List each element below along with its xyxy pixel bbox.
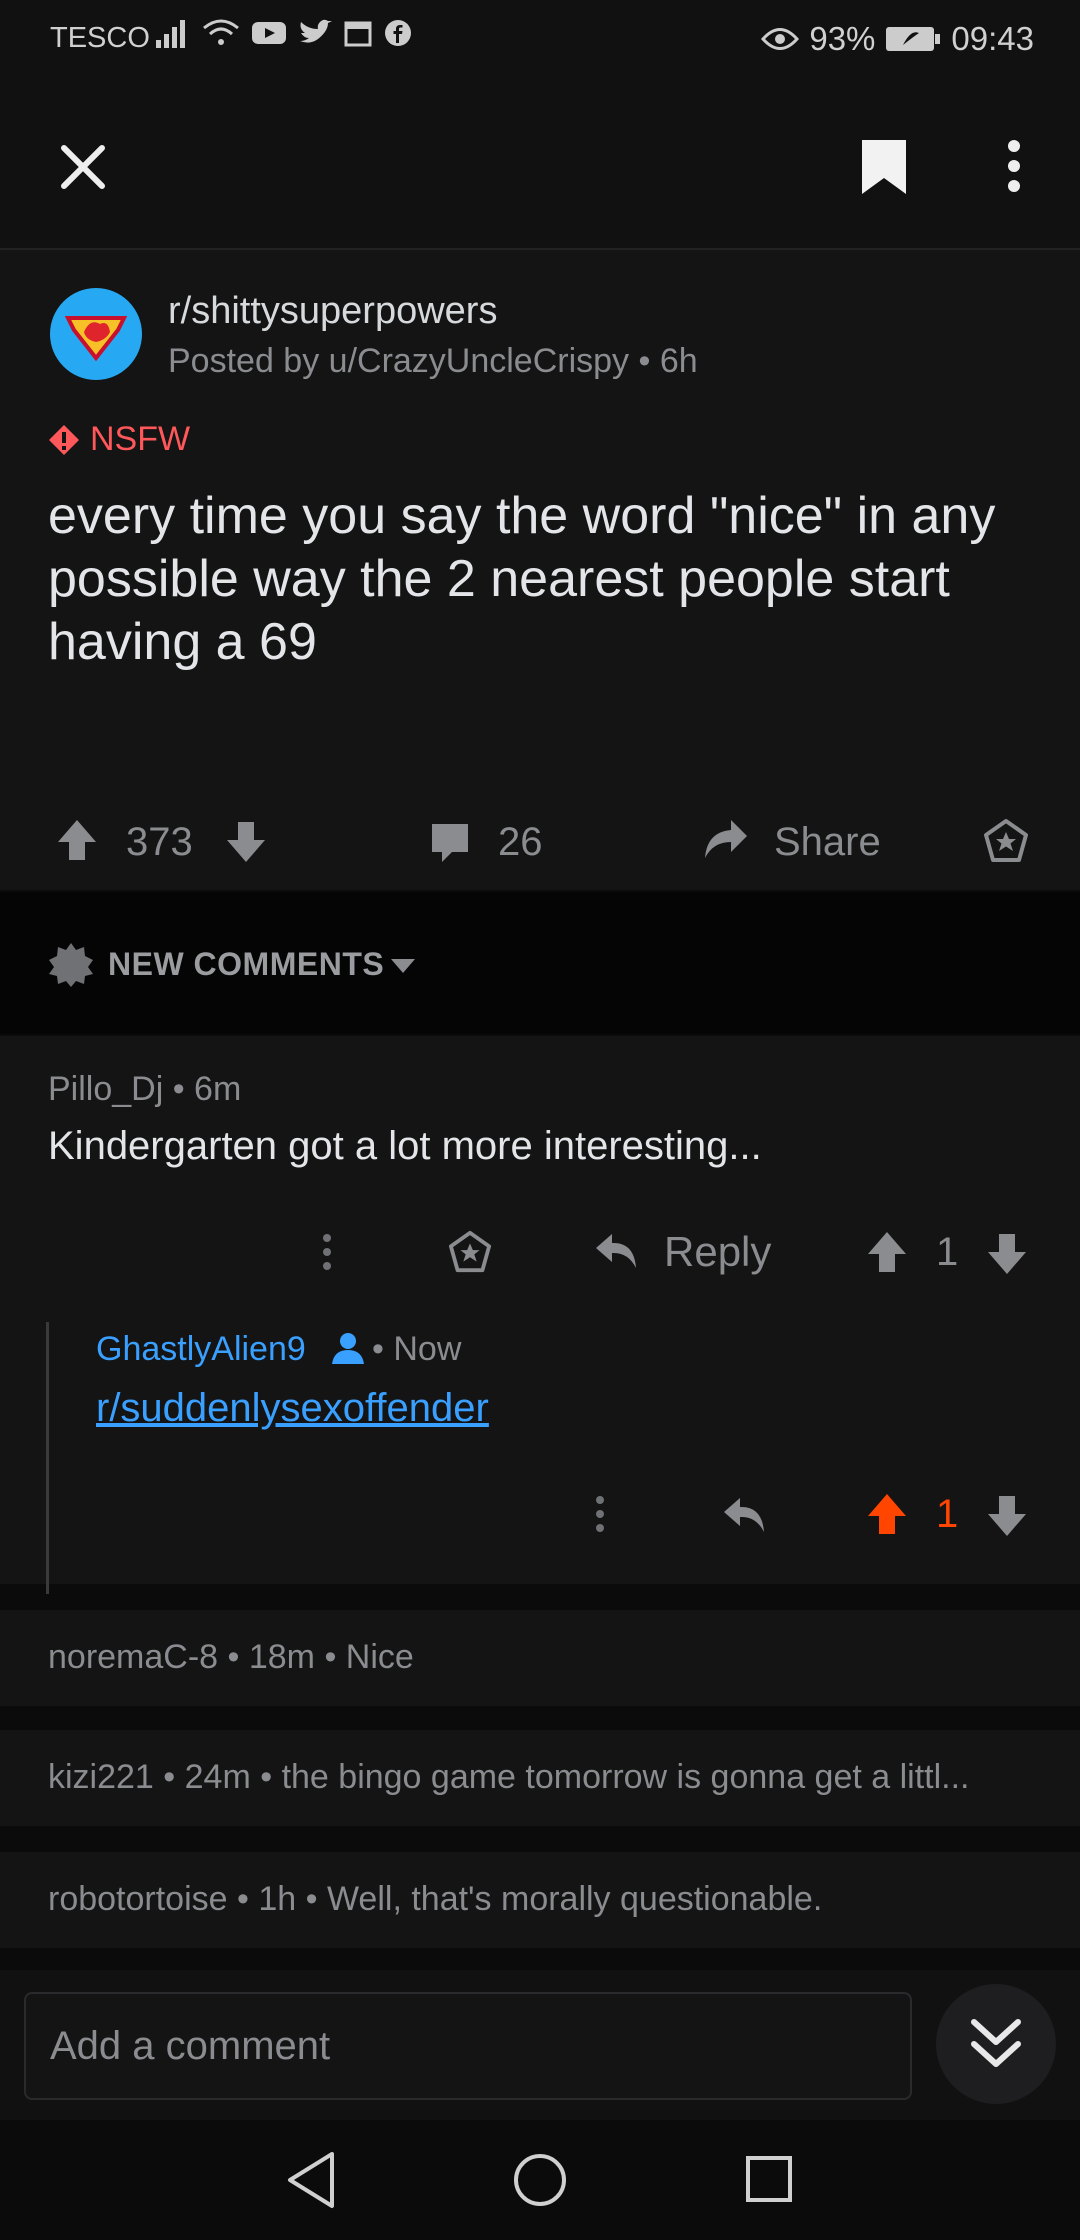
- bookmark-icon[interactable]: [858, 136, 910, 198]
- carrier-name: TESCO: [50, 22, 150, 54]
- battery-percent: 93%: [809, 20, 876, 57]
- reply-button[interactable]: Reply: [664, 1228, 771, 1276]
- battery-icon: [886, 27, 941, 51]
- share-icon[interactable]: [703, 816, 749, 862]
- downvote-icon[interactable]: [986, 1494, 1028, 1538]
- sparkle-badge-icon: [49, 943, 93, 987]
- warning-diamond-icon: [49, 424, 79, 455]
- award-icon[interactable]: [983, 818, 1029, 864]
- close-icon[interactable]: [58, 142, 108, 192]
- eye-icon: [761, 28, 800, 50]
- upvote-icon[interactable]: [56, 818, 98, 862]
- comment-input[interactable]: Add a comment: [24, 1992, 912, 2100]
- collapsed-comment-text: noremaC-8 • 18m • Nice: [48, 1638, 414, 1676]
- twitter-icon: [300, 19, 332, 43]
- sort-label[interactable]: NEW COMMENTS: [108, 946, 384, 983]
- comment-count[interactable]: 26: [498, 820, 543, 865]
- double-chevron-down-icon: [971, 2019, 1021, 2067]
- home-icon[interactable]: [512, 2152, 568, 2208]
- signal-icon: [156, 20, 185, 48]
- collapsed-comment[interactable]: robotortoise • 1h • Well, that's morally…: [0, 1852, 1080, 1948]
- jump-to-next-button[interactable]: [936, 1984, 1056, 2104]
- post-meta: Posted by u/CrazyUncleCrispy • 6h: [168, 342, 698, 380]
- comment-icon[interactable]: [428, 820, 472, 864]
- upvote-icon[interactable]: [866, 1230, 908, 1274]
- comment-thread: Pillo_Dj • 6m Kindergarten got a lot mor…: [0, 1036, 1080, 1594]
- subreddit-avatar[interactable]: [50, 288, 142, 380]
- top-bar: [0, 80, 1080, 250]
- status-right: 93% 09:43: [761, 20, 1034, 58]
- status-bar: TESCO 93% 09:43: [0, 0, 1080, 80]
- subreddit-name[interactable]: r/shittysuperpowers: [168, 290, 497, 333]
- op-user-icon: [332, 1333, 364, 1364]
- clock: 09:43: [951, 20, 1034, 57]
- reply-icon[interactable]: [594, 1232, 638, 1272]
- share-button[interactable]: Share: [774, 820, 881, 865]
- comment-input-bar: Add a comment: [0, 1970, 1080, 2120]
- reply-author[interactable]: GhastlyAlien9: [96, 1330, 306, 1369]
- award-icon[interactable]: [448, 1230, 492, 1274]
- more-options-icon[interactable]: [320, 1232, 334, 1272]
- post-actions: 373 26 Share: [0, 790, 1080, 890]
- recents-icon[interactable]: [744, 2154, 794, 2204]
- thread-line[interactable]: [46, 1322, 49, 1594]
- comment-body: Kindergarten got a lot more interesting.…: [48, 1124, 762, 1168]
- youtube-icon: [252, 22, 286, 44]
- comment-sort-bar[interactable]: NEW COMMENTS: [0, 892, 1080, 1034]
- nsfw-label: NSFW: [90, 420, 191, 458]
- downvote-icon[interactable]: [225, 820, 267, 864]
- collapsed-comment-text: robotortoise • 1h • Well, that's morally…: [48, 1880, 823, 1918]
- comment-score: 1: [936, 1230, 959, 1274]
- calendar-icon: [344, 21, 372, 47]
- wifi-icon: [203, 19, 239, 45]
- back-icon[interactable]: [284, 2150, 338, 2210]
- more-options-icon[interactable]: [593, 1494, 607, 1534]
- facebook-icon: [385, 20, 411, 46]
- post-title: every time you say the word "nice" in an…: [48, 487, 996, 671]
- reply-body-link[interactable]: r/suddenlysexoffender: [96, 1386, 489, 1431]
- collapsed-comment[interactable]: kizi221 • 24m • the bingo game tomorrow …: [0, 1730, 1080, 1826]
- more-options-icon[interactable]: [1006, 138, 1022, 194]
- collapsed-comment[interactable]: noremaC-8 • 18m • Nice: [0, 1610, 1080, 1706]
- reply-score: 1: [936, 1492, 959, 1536]
- downvote-icon[interactable]: [986, 1232, 1028, 1276]
- comment-author-meta[interactable]: Pillo_Dj • 6m: [48, 1070, 241, 1109]
- collapsed-comment-text: kizi221 • 24m • the bingo game tomorrow …: [48, 1758, 970, 1796]
- post-card: r/shittysuperpowers Posted by u/CrazyUnc…: [0, 250, 1080, 890]
- nsfw-badge: NSFW: [48, 420, 190, 459]
- system-nav-bar: [0, 2120, 1080, 2240]
- status-icons: [156, 18, 412, 48]
- reply-icon[interactable]: [722, 1496, 766, 1536]
- comment-input-placeholder: Add a comment: [50, 2024, 331, 2068]
- reply-time: • Now: [372, 1330, 462, 1368]
- post-score: 373: [126, 820, 193, 864]
- upvote-icon-active[interactable]: [866, 1492, 908, 1536]
- chevron-down-icon[interactable]: [390, 958, 416, 974]
